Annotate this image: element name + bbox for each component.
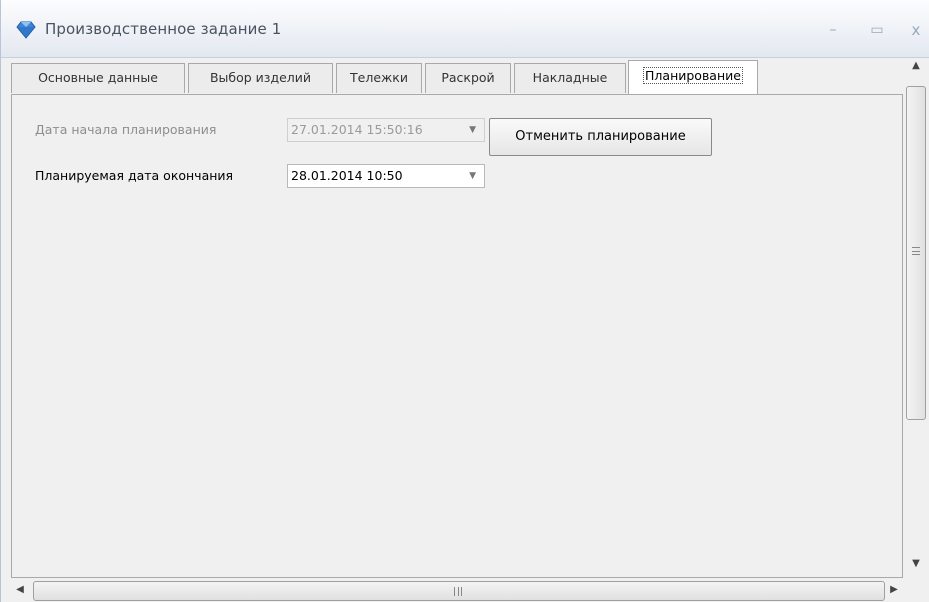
horizontal-scrollbar[interactable]: ◀ ▶ bbox=[11, 580, 903, 602]
start-date-value: 27.01.2014 15:50:16 bbox=[291, 122, 423, 137]
scroll-up-arrow-icon[interactable]: ▲ bbox=[909, 60, 923, 74]
cancel-planning-button[interactable]: Отменить планирование bbox=[489, 118, 712, 156]
tab-label: Раскрой bbox=[441, 70, 495, 85]
close-button[interactable]: x bbox=[902, 18, 929, 42]
horizontal-scroll-thumb[interactable] bbox=[33, 581, 885, 601]
tab-vybor-izdeliy[interactable]: Выбор изделий bbox=[188, 63, 333, 93]
scroll-left-arrow-icon[interactable]: ◀ bbox=[13, 584, 27, 598]
chevron-down-icon: ▼ bbox=[469, 125, 476, 135]
end-date-value: 28.01.2014 10:50 bbox=[291, 168, 403, 183]
tab-label: Выбор изделий bbox=[209, 70, 312, 85]
tab-label: Основные данные bbox=[38, 70, 158, 85]
vertical-scrollbar[interactable]: ▲ ▼ bbox=[905, 60, 927, 578]
title-bar[interactable]: Производственное задание 1 – ▭ x bbox=[1, 0, 929, 58]
maximize-button[interactable]: ▭ bbox=[863, 18, 891, 42]
tab-label: Тележки bbox=[350, 70, 408, 85]
tab-raskroy[interactable]: Раскрой bbox=[425, 63, 511, 93]
start-date-label: Дата начала планирования bbox=[35, 122, 217, 137]
tab-label: Планирование bbox=[643, 67, 743, 84]
start-date-picker: 27.01.2014 15:50:16 ▼ bbox=[287, 118, 485, 142]
planning-window: Производственное задание 1 – ▭ x Основны… bbox=[0, 0, 929, 602]
vertical-scroll-thumb[interactable] bbox=[906, 86, 926, 420]
minimize-button[interactable]: – bbox=[819, 18, 847, 42]
grip-icon bbox=[454, 587, 462, 596]
tab-strip: Основные данные Выбор изделий Тележки Ра… bbox=[11, 60, 901, 96]
diamond-icon bbox=[16, 21, 36, 39]
end-date-label: Планируемая дата окончания bbox=[35, 168, 234, 183]
tab-osnovnye-dannye[interactable]: Основные данные bbox=[11, 63, 185, 93]
tab-telezhki[interactable]: Тележки bbox=[336, 63, 422, 93]
window-title: Производственное задание 1 bbox=[45, 20, 282, 38]
chevron-down-icon[interactable]: ▼ bbox=[469, 165, 476, 187]
tab-planirovanie[interactable]: Планирование bbox=[628, 60, 758, 94]
tab-label: Накладные bbox=[532, 70, 608, 85]
tab-nakladnye[interactable]: Накладные bbox=[514, 63, 626, 93]
scroll-right-arrow-icon[interactable]: ▶ bbox=[887, 584, 901, 598]
grip-icon bbox=[912, 247, 920, 255]
end-date-picker[interactable]: 28.01.2014 10:50 ▼ bbox=[287, 164, 485, 188]
scroll-down-arrow-icon[interactable]: ▼ bbox=[909, 558, 923, 572]
